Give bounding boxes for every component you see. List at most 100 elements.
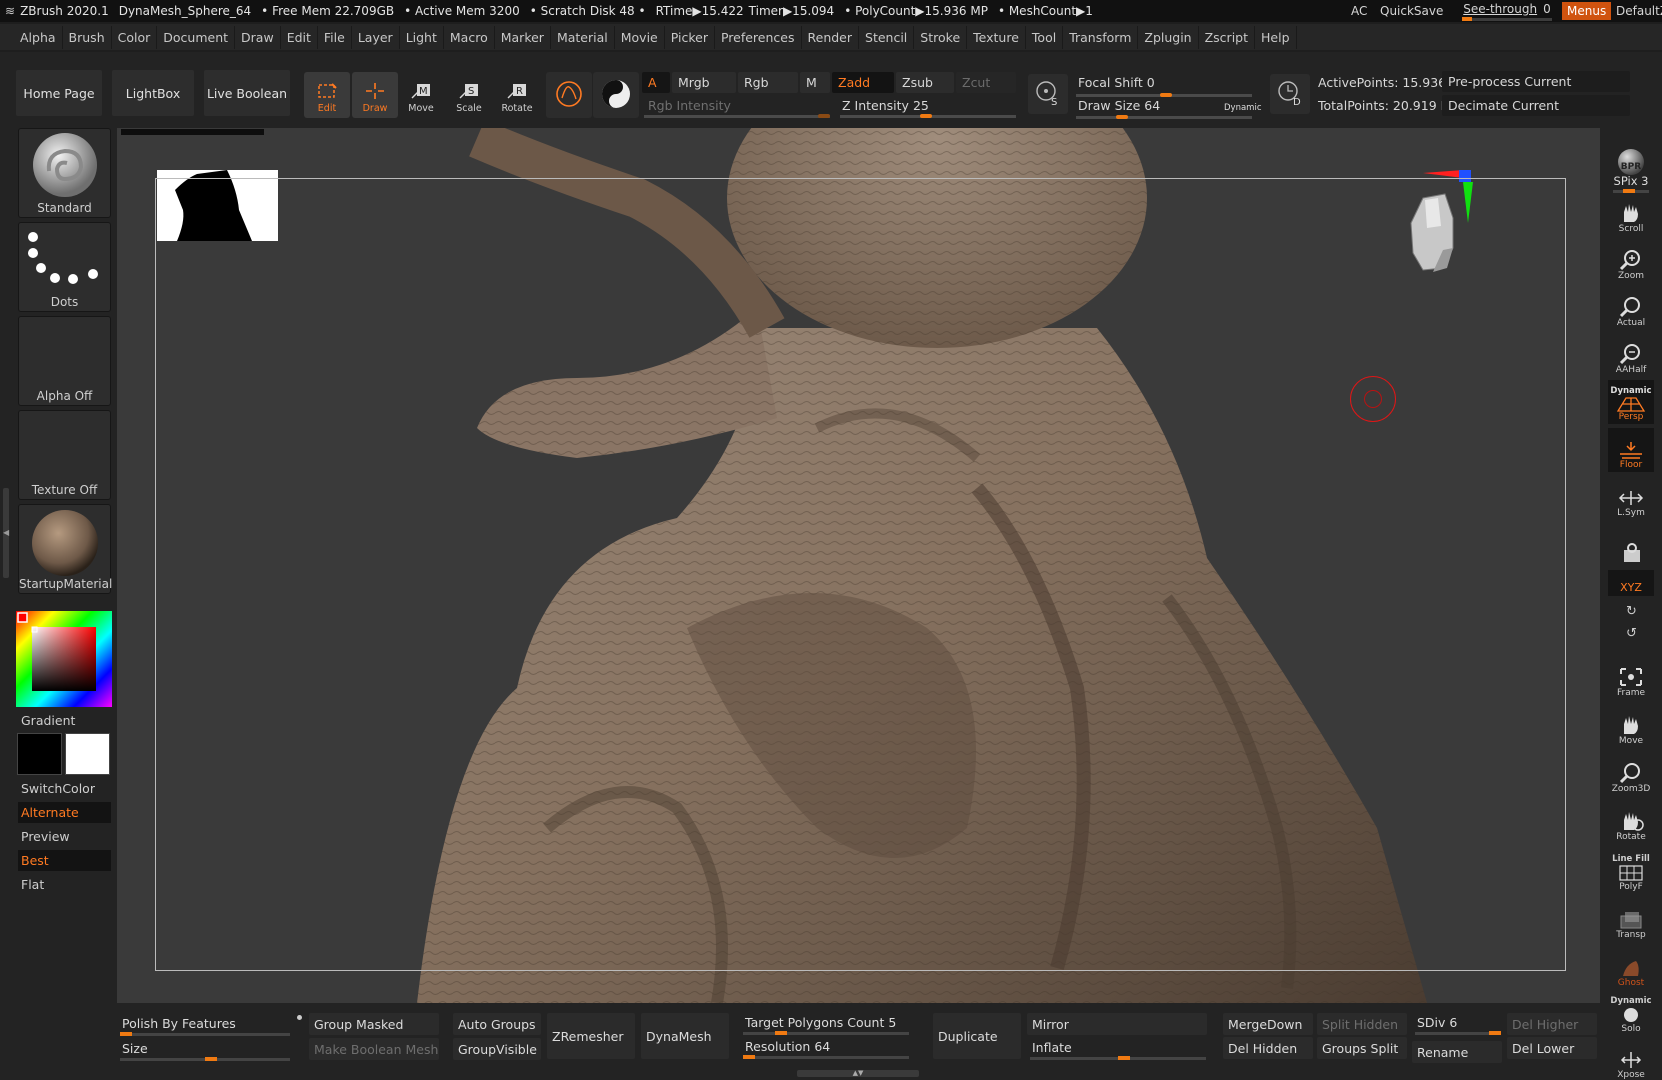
draw-size-slider[interactable]: Draw Size 64 (1072, 95, 1192, 116)
z-intensity-thumb[interactable] (920, 114, 932, 118)
lightbox-button[interactable]: LightBox (112, 70, 194, 116)
zcut-toggle[interactable]: Zcut (956, 72, 1016, 93)
decimate-current-button[interactable]: Decimate Current (1442, 95, 1630, 116)
switch-color-button[interactable]: SwitchColor (18, 778, 111, 799)
transp-button[interactable]: Transp (1608, 898, 1654, 942)
live-boolean-button[interactable]: Live Boolean (204, 70, 290, 116)
stroke-thumbnail[interactable]: Dots (18, 222, 111, 312)
menu-draw[interactable]: Draw (235, 25, 281, 49)
draw-size-thumb[interactable] (1116, 115, 1128, 119)
duplicate-button[interactable]: Duplicate (933, 1013, 1021, 1059)
zoom3d-button[interactable]: Zoom3D (1608, 752, 1654, 796)
lazy-mouse-d-button[interactable]: D (1270, 74, 1310, 114)
menu-stencil[interactable]: Stencil (859, 25, 915, 49)
persp-button[interactable]: Dynamic Persp (1608, 380, 1654, 424)
spix-slider[interactable]: SPix 3 (1608, 174, 1654, 193)
del-lower-button[interactable]: Del Lower (1507, 1037, 1597, 1059)
menu-alpha[interactable]: Alpha (14, 25, 63, 49)
alternate-toggle[interactable]: Alternate (18, 802, 111, 823)
bottom-tray-handle[interactable]: ▲▼ (797, 1070, 919, 1077)
preview-render-button[interactable]: Preview (18, 826, 111, 847)
local-transform-button[interactable] (1608, 524, 1654, 568)
home-page-button[interactable]: Home Page (16, 70, 102, 116)
rename-button[interactable]: Rename (1412, 1041, 1502, 1063)
zsub-toggle[interactable]: Zsub (896, 72, 954, 93)
dynamesh-button[interactable]: DynaMesh (641, 1013, 729, 1059)
focal-shift-slider[interactable]: Focal Shift 0 (1072, 72, 1252, 93)
menu-preferences[interactable]: Preferences (715, 25, 802, 49)
edit-mode-button[interactable]: Edit (304, 72, 350, 118)
menu-zplugin[interactable]: Zplugin (1138, 25, 1199, 49)
move-view-button[interactable]: Move (1608, 704, 1654, 748)
del-higher-button[interactable]: Del Higher (1507, 1013, 1597, 1035)
quicksave-button[interactable]: QuickSave (1374, 4, 1449, 18)
menu-stroke[interactable]: Stroke (914, 25, 968, 49)
bpr-button[interactable]: BPR (1608, 130, 1654, 175)
dynamic-size-toggle[interactable]: Dynamic (1218, 97, 1264, 118)
rotate-mode-button[interactable]: R Rotate (494, 72, 540, 118)
resolution-slider[interactable]: Resolution 64 (740, 1035, 910, 1057)
menu-movie[interactable]: Movie (615, 25, 665, 49)
preprocess-current-button[interactable]: Pre-process Current (1442, 71, 1630, 92)
scale-mode-button[interactable]: S Scale (446, 72, 492, 118)
menu-layer[interactable]: Layer (352, 25, 400, 49)
color-picker[interactable] (16, 611, 112, 707)
menu-tool[interactable]: Tool (1026, 25, 1064, 49)
menu-color[interactable]: Color (112, 25, 158, 49)
see-through-slider[interactable]: See-through 0 (1460, 0, 1554, 22)
lazy-mouse-s-button[interactable]: S (1028, 74, 1068, 114)
group-masked-button[interactable]: Group Masked (309, 1013, 439, 1035)
lsym-button[interactable]: L.Sym (1608, 476, 1654, 520)
m-toggle[interactable]: M (800, 72, 830, 93)
alpha-thumbnail[interactable]: Alpha Off (18, 316, 111, 406)
aahalf-button[interactable]: AAHalf (1608, 333, 1654, 377)
rotate-z-icon[interactable]: ↺ (1626, 626, 1637, 641)
a-toggle[interactable]: A (642, 72, 670, 93)
main-color-swatch[interactable] (17, 733, 62, 775)
zadd-toggle[interactable]: Zadd (832, 72, 894, 93)
secondary-color-swatch[interactable] (65, 733, 110, 775)
solo-button[interactable]: Dynamic Solo (1608, 990, 1654, 1036)
xpose-button[interactable]: Xpose (1608, 1038, 1654, 1080)
frame-button[interactable]: Frame (1608, 656, 1654, 700)
gradient-toggle[interactable]: Gradient (18, 710, 111, 731)
menu-macro[interactable]: Macro (444, 25, 495, 49)
del-hidden-button[interactable]: Del Hidden (1223, 1037, 1313, 1059)
size-slider[interactable]: Size (117, 1037, 291, 1059)
menu-render[interactable]: Render (802, 25, 860, 49)
current-material-button[interactable] (593, 72, 639, 118)
rgb-toggle[interactable]: Rgb (738, 72, 798, 93)
ac-button[interactable]: AC (1345, 4, 1373, 18)
menu-marker[interactable]: Marker (495, 25, 551, 49)
group-visible-button[interactable]: GroupVisible (453, 1038, 541, 1060)
rgb-intensity-thumb[interactable] (818, 114, 830, 118)
z-intensity-slider[interactable]: Z Intensity 25 (836, 95, 1016, 116)
current-brush-button[interactable] (546, 72, 592, 118)
menu-edit[interactable]: Edit (281, 25, 318, 49)
make-boolean-mesh-button[interactable]: Make Boolean Mesh (309, 1038, 439, 1060)
draw-mode-button[interactable]: Draw (352, 72, 398, 118)
target-polygons-slider[interactable]: Target Polygons Count 5 (740, 1011, 910, 1033)
rotate-y-icon[interactable]: ↻ (1626, 604, 1637, 619)
flat-render-button[interactable]: Flat (18, 874, 111, 895)
menu-picker[interactable]: Picker (665, 25, 715, 49)
groups-split-button[interactable]: Groups Split (1317, 1037, 1407, 1059)
rotate-view-button[interactable]: Rotate (1608, 800, 1654, 844)
menus-button[interactable]: Menus (1562, 2, 1612, 20)
menu-file[interactable]: File (318, 25, 352, 49)
rgb-intensity-slider[interactable]: Rgb Intensity (642, 95, 832, 116)
menu-material[interactable]: Material (551, 25, 615, 49)
floor-button[interactable]: Floor (1608, 428, 1654, 472)
move-mode-button[interactable]: M Move (398, 72, 444, 118)
actual-button[interactable]: Actual (1608, 286, 1654, 330)
scroll-button[interactable]: Scroll (1608, 192, 1654, 236)
polyf-button[interactable]: Line Fill PolyF (1608, 848, 1654, 894)
material-thumbnail[interactable]: StartupMaterial (18, 504, 112, 594)
zoom-button[interactable]: Zoom (1608, 239, 1654, 283)
brush-thumbnail[interactable]: Standard (18, 128, 111, 218)
best-render-button[interactable]: Best (18, 850, 111, 871)
auto-groups-button[interactable]: Auto Groups (453, 1013, 541, 1035)
menu-help[interactable]: Help (1255, 25, 1297, 49)
menu-brush[interactable]: Brush (63, 25, 112, 49)
menu-document[interactable]: Document (157, 25, 236, 49)
